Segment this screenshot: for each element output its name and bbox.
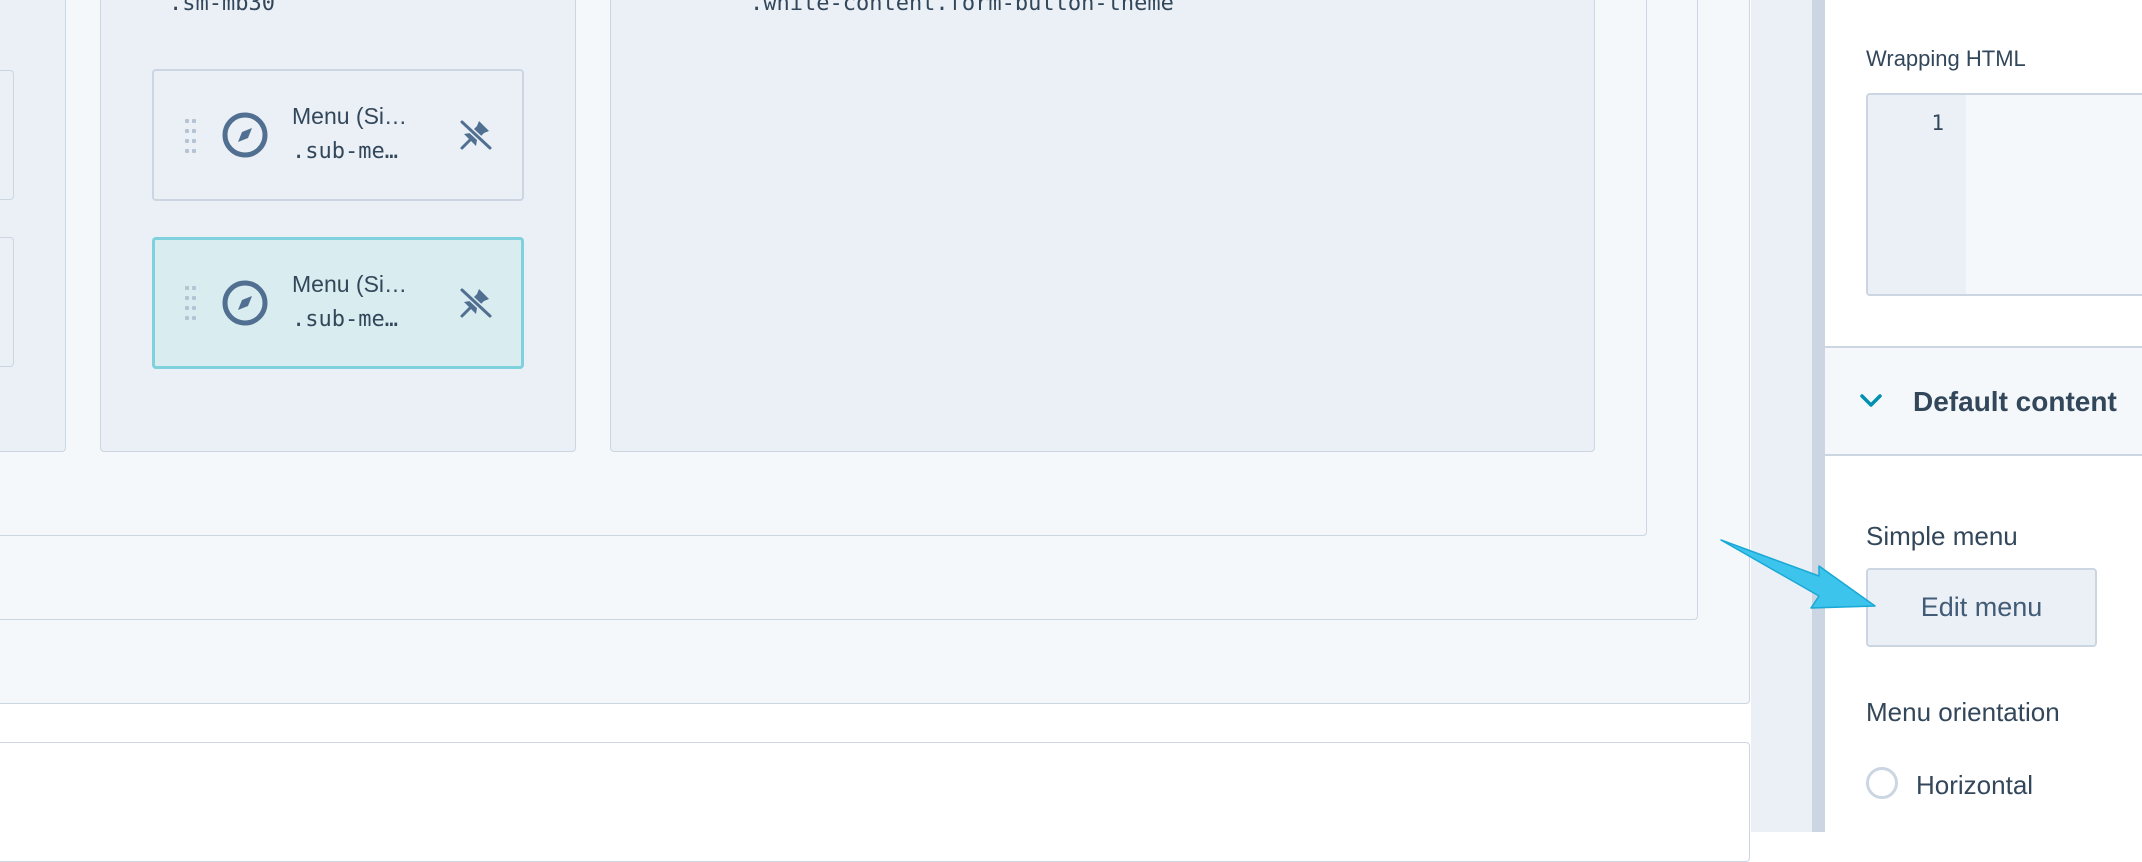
menu-module-card-selected[interactable]: Menu (Si… .sub-me… — [152, 237, 524, 369]
panel-resize-handle[interactable] — [1812, 0, 1825, 832]
wrapping-html-label: Wrapping HTML — [1866, 46, 2026, 71]
chevron-down-icon — [1860, 394, 1882, 407]
module-class-label: .sub-me… — [292, 139, 398, 164]
wrapping-html-editor[interactable]: 1 — [1866, 93, 2142, 296]
module-card-partial[interactable] — [0, 237, 14, 367]
canvas-gutter — [1751, 0, 1812, 832]
line-number: 1 — [1931, 111, 1944, 135]
module-card-partial[interactable] — [0, 70, 14, 200]
line-number-gutter: 1 — [1868, 95, 1966, 294]
module-title: Menu (Si… — [292, 271, 408, 297]
radio-horizontal[interactable] — [1866, 767, 1898, 799]
column-class-label: .sm-mb30 — [169, 0, 275, 15]
unpin-icon[interactable] — [459, 117, 493, 151]
unpin-icon[interactable] — [459, 285, 493, 319]
menu-module-card[interactable]: Menu (Si… .sub-me… — [152, 69, 524, 201]
section-title: Default content — [1913, 386, 2117, 417]
pointer-arrow-icon — [1720, 539, 1876, 609]
default-content-section-header[interactable]: Default content — [1825, 346, 2142, 456]
column-left — [0, 0, 66, 452]
drag-handle-icon[interactable] — [185, 119, 199, 153]
menu-orientation-label: Menu orientation — [1866, 697, 2060, 727]
module-title: Menu (Si… — [292, 103, 408, 129]
column-content: .white-content.form-button-theme — [610, 0, 1595, 452]
drag-handle-icon[interactable] — [185, 286, 199, 320]
section-card-below[interactable] — [0, 742, 1750, 862]
column-menus: .sm-mb30 Menu (Si… .sub-me… Menu (Si… .s… — [100, 0, 576, 452]
layout-canvas: .sm-mb30 Menu (Si… .sub-me… Menu (Si… .s… — [0, 0, 1825, 862]
module-class-label: .sub-me… — [292, 307, 398, 332]
radio-horizontal-label[interactable]: Horizontal — [1916, 770, 2033, 801]
edit-menu-button[interactable]: Edit menu — [1866, 568, 2097, 647]
compass-icon — [222, 112, 268, 158]
column-class-label: .white-content.form-button-theme — [750, 0, 1174, 15]
simple-menu-label: Simple menu — [1866, 521, 2018, 551]
compass-icon — [222, 280, 268, 326]
